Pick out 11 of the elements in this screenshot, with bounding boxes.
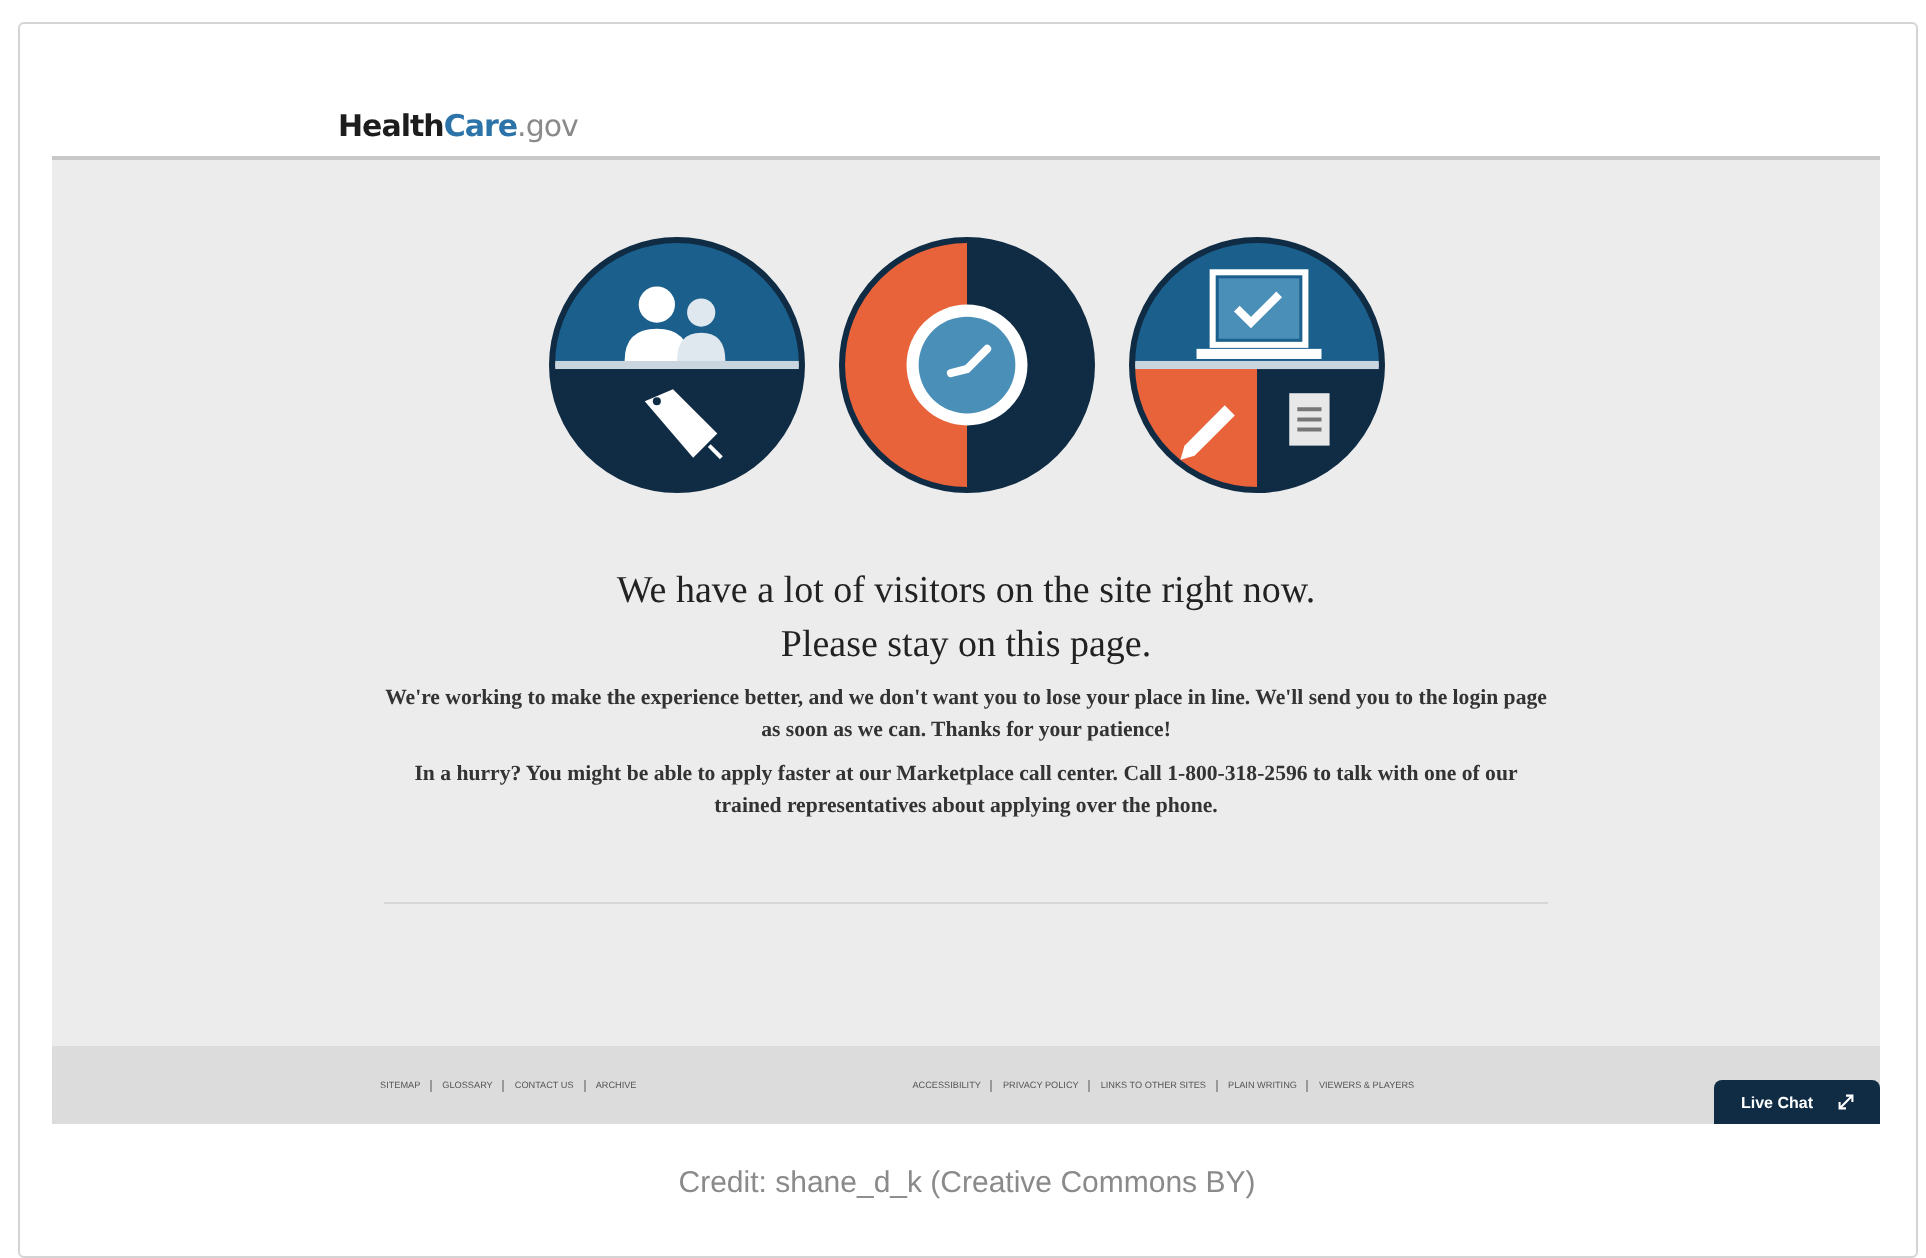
clock-icon <box>837 236 1095 494</box>
image-caption: Credit: shane_d_k (Creative Commons BY) <box>676 1166 1258 1200</box>
live-chat-button[interactable]: Live Chat <box>1714 1080 1880 1124</box>
message-paragraph: We're working to make the experience better, and we don't want you to lose your place in line. We'll send you to the login page as soon as we can. Thanks for your patience! <box>383 684 1549 746</box>
heading-line: We have a lot of visitors on the site right now. <box>616 570 1316 612</box>
expand-icon <box>1837 1094 1853 1110</box>
laptop-and-pencil-icon <box>1127 236 1385 494</box>
heading-line: Please stay on this page. <box>780 624 1152 666</box>
people-and-tag-icon <box>547 236 805 494</box>
site-logo[interactable]: HealthCare.gov <box>338 107 578 143</box>
message-paragraph: In a hurry? You might be able to apply faster at our Marketplace call center. Call 1-800-318-2596 to talk with one of our trained representatives about applying over the phone. <box>412 760 1520 822</box>
